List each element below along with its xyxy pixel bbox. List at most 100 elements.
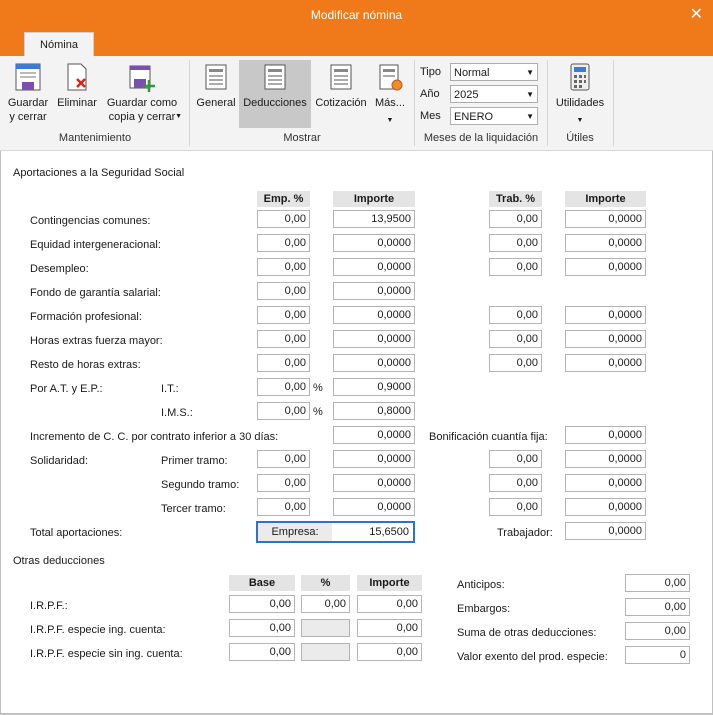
segundo-tramo-importe-trab-field[interactable]: 0,0000 [565,474,646,492]
cotizacion-button[interactable]: Cotización [313,62,369,110]
save-close-label: Guardar y cerrar [7,97,49,123]
ss-section-title: Aportaciones a la Seguridad Social [13,167,185,179]
desempleo-trab-field[interactable]: 0,00 [489,258,542,276]
resto-horas-trab-field[interactable]: 0,00 [489,354,542,372]
ims-pct-field[interactable]: 0,00 [257,402,310,420]
irpf-ing-importe-field[interactable]: 0,00 [357,619,422,637]
fogasa-importe-emp-field[interactable]: 0,0000 [333,282,415,300]
horas-fm-label: Horas extras fuerza mayor: [30,335,163,347]
irpf-sin-base-field[interactable]: 0,00 [229,643,295,661]
equidad-trab-field[interactable]: 0,00 [489,234,542,252]
total-empresa-box[interactable]: Empresa: 15,6500 [256,521,415,543]
horas-fm-importe-emp-field[interactable]: 0,0000 [333,330,415,348]
mas-label: Más... [375,97,405,109]
horas-fm-emp-field[interactable]: 0,00 [257,330,310,348]
total-trabajador-field[interactable]: 0,0000 [565,522,646,540]
desempleo-label: Desempleo: [30,263,89,275]
irpf-ing-pct-field [301,619,350,637]
header-importe-otras: Importe [357,575,422,591]
anticipos-label: Anticipos: [457,579,505,591]
save-close-button[interactable]: Guardar y cerrar [4,62,52,124]
irpf-pct-field[interactable]: 0,00 [301,595,350,613]
certificate-form-icon [375,62,405,94]
primer-tramo-emp-field[interactable]: 0,00 [257,450,310,468]
chevron-down-icon: ▼ [526,68,534,77]
chevron-down-icon[interactable]: ▼ [371,114,409,128]
irpf-sin-importe-field[interactable]: 0,00 [357,643,422,661]
save-form-icon [13,62,43,94]
irpf-importe-field[interactable]: 0,00 [357,595,422,613]
resto-horas-importe-emp-field[interactable]: 0,0000 [333,354,415,372]
ribbon: Guardar y cerrar Eliminar Guardar como c… [0,56,713,151]
equidad-importe-emp-field[interactable]: 0,0000 [333,234,415,252]
primer-tramo-importe-trab-field[interactable]: 0,0000 [565,450,646,468]
tipo-select[interactable]: Normal ▼ [450,63,538,81]
chevron-down-icon[interactable]: ▼ [175,110,182,124]
group-utiles: Útiles [566,132,594,144]
formacion-importe-trab-field[interactable]: 0,0000 [565,306,646,324]
close-icon[interactable]: ✕ [690,4,703,24]
suma-otras-field[interactable]: 0,00 [625,622,690,640]
anio-select[interactable]: 2025 ▼ [450,85,538,103]
incremento-importe-field[interactable]: 0,0000 [333,426,415,444]
anticipos-field[interactable]: 0,00 [625,574,690,592]
tercer-tramo-importe-trab-field[interactable]: 0,0000 [565,498,646,516]
contingencias-trab-field[interactable]: 0,00 [489,210,542,228]
horas-fm-importe-trab-field[interactable]: 0,0000 [565,330,646,348]
desempleo-emp-field[interactable]: 0,00 [257,258,310,276]
tercer-tramo-emp-field[interactable]: 0,00 [257,498,310,516]
contingencias-label: Contingencias comunes: [30,215,151,227]
solidaridad-label: Solidaridad: [30,455,89,467]
segundo-tramo-importe-emp-field[interactable]: 0,0000 [333,474,415,492]
delete-button[interactable]: Eliminar [54,62,100,110]
bonificacion-importe-field[interactable]: 0,0000 [565,426,646,444]
equidad-importe-trab-field[interactable]: 0,0000 [565,234,646,252]
mes-select[interactable]: ENERO ▼ [450,107,538,125]
resto-horas-emp-field[interactable]: 0,00 [257,354,310,372]
valor-exento-field[interactable]: 0 [625,646,690,664]
resto-horas-importe-trab-field[interactable]: 0,0000 [565,354,646,372]
formacion-trab-field[interactable]: 0,00 [489,306,542,324]
tercer-tramo-trab-field[interactable]: 0,00 [489,498,542,516]
cotizacion-label: Cotización [315,97,367,109]
chevron-down-icon: ▼ [526,112,534,121]
primer-tramo-importe-emp-field[interactable]: 0,0000 [333,450,415,468]
primer-tramo-trab-field[interactable]: 0,00 [489,450,542,468]
utilidades-button[interactable]: Utilidades ▼ [552,62,608,128]
total-empresa-value: 15,6500 [369,526,409,538]
tab-strip: Nómina [0,30,713,57]
it-importe-field[interactable]: 0,9000 [333,378,415,396]
embargos-field[interactable]: 0,00 [625,598,690,616]
deducciones-button[interactable]: Deducciones [239,60,311,128]
equidad-emp-field[interactable]: 0,00 [257,234,310,252]
contingencias-importe-trab-field[interactable]: 0,0000 [565,210,646,228]
desempleo-importe-trab-field[interactable]: 0,0000 [565,258,646,276]
save-copy-button[interactable]: Guardar como copia y cerrar ▼ [102,62,182,124]
irpf-ing-base-field[interactable]: 0,00 [229,619,295,637]
anio-label: Año [420,88,440,100]
formacion-importe-emp-field[interactable]: 0,0000 [333,306,415,324]
group-mantenimiento: Mantenimiento [58,132,132,144]
segundo-tramo-emp-field[interactable]: 0,00 [257,474,310,492]
desempleo-importe-emp-field[interactable]: 0,0000 [333,258,415,276]
general-button[interactable]: General [194,62,238,110]
irpf-base-field[interactable]: 0,00 [229,595,295,613]
mas-button[interactable]: Más... ▼ [371,62,409,128]
contingencias-emp-field[interactable]: 0,00 [257,210,310,228]
ims-pct-sign: % [313,406,323,418]
deducciones-label: Deducciones [243,97,307,109]
formacion-label: Formación profesional: [30,311,142,323]
tab-nomina[interactable]: Nómina [24,32,94,57]
chevron-down-icon[interactable]: ▼ [552,114,608,128]
ims-importe-field[interactable]: 0,8000 [333,402,415,420]
trabajador-label: Trabajador: [497,527,553,539]
horas-fm-trab-field[interactable]: 0,00 [489,330,542,348]
fogasa-emp-field[interactable]: 0,00 [257,282,310,300]
tercer-tramo-importe-emp-field[interactable]: 0,0000 [333,498,415,516]
formacion-emp-field[interactable]: 0,00 [257,306,310,324]
segundo-tramo-trab-field[interactable]: 0,00 [489,474,542,492]
group-mostrar: Mostrar [283,132,321,144]
contingencias-importe-emp-field[interactable]: 13,9500 [333,210,415,228]
it-pct-field[interactable]: 0,00 [257,378,310,396]
chevron-down-icon: ▼ [526,90,534,99]
